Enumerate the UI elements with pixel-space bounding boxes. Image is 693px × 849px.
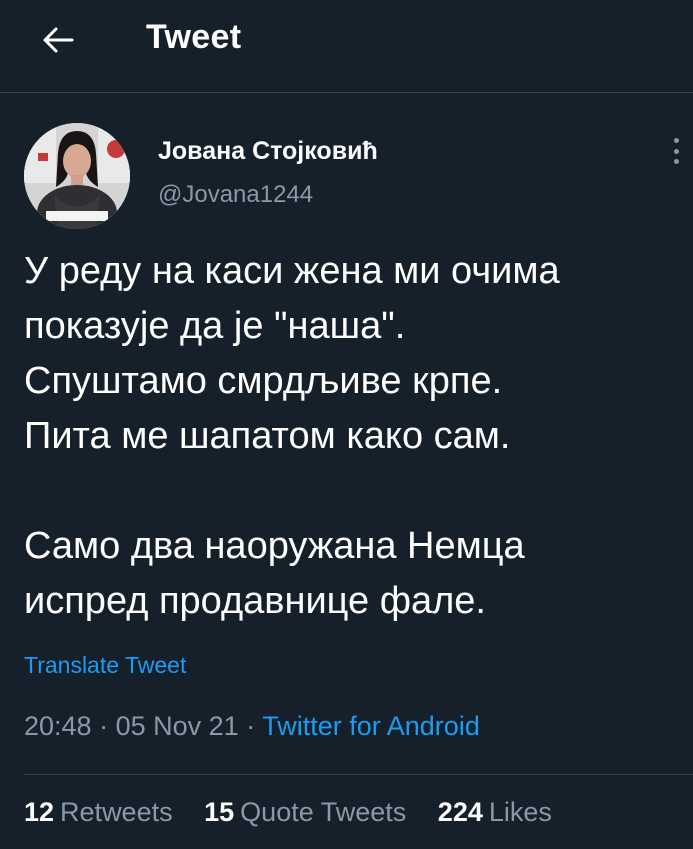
tweet-meta: 20:48 · 05 Nov 21 · Twitter for Android <box>24 711 480 742</box>
back-button[interactable] <box>38 22 78 58</box>
likes-label: Likes <box>488 797 552 827</box>
likes-stat[interactable]: 224 Likes <box>438 797 552 827</box>
avatar-image <box>24 123 130 229</box>
more-dot-icon <box>673 148 679 154</box>
author-name[interactable]: Јована Стојковић <box>158 137 378 166</box>
quote-tweets-stat[interactable]: 15 Quote Tweets <box>204 797 406 827</box>
quote-tweets-label: Quote Tweets <box>240 797 407 827</box>
arrow-left-icon <box>43 27 74 53</box>
tweet-text: У реду на каси жена ми очима показује да… <box>24 244 674 629</box>
more-options-button[interactable] <box>666 136 686 166</box>
tweet-line: Пита ме шапатом како сам. <box>24 415 511 457</box>
tweet-line: Спуштамо смрдљиве крпе. <box>24 360 503 402</box>
tweet-line: показује да је "наша". <box>24 305 406 347</box>
retweets-stat[interactable]: 12 Retweets <box>24 797 173 827</box>
tweet-stats: 12 Retweets 15 Quote Tweets 224 Likes <box>24 797 576 828</box>
tweet-source-link[interactable]: Twitter for Android <box>262 711 480 741</box>
meta-separator: · <box>99 711 109 741</box>
author-handle[interactable]: @Jovana1244 <box>158 181 313 209</box>
more-dot-icon <box>673 138 679 143</box>
retweets-count: 12 <box>24 797 55 827</box>
tweet-line <box>24 464 674 519</box>
translate-tweet-link[interactable]: Translate Tweet <box>24 652 186 679</box>
top-bar: Tweet <box>0 0 693 93</box>
tweet-time: 20:48 <box>24 711 92 741</box>
retweets-label: Retweets <box>60 797 173 827</box>
quote-tweets-count: 15 <box>204 797 235 827</box>
tweet-date: 05 Nov 21 <box>115 711 239 741</box>
tweet-line: У реду на каси жена ми очима <box>24 250 560 292</box>
page-title: Tweet <box>146 18 242 56</box>
avatar[interactable] <box>24 123 130 229</box>
divider <box>24 774 693 775</box>
likes-count: 224 <box>437 797 483 827</box>
meta-separator: · <box>246 711 256 741</box>
more-dot-icon <box>673 159 679 164</box>
tweet-line: Само два наоружана Немца <box>24 525 525 567</box>
tweet-line: испред продавнице фале. <box>24 580 486 622</box>
